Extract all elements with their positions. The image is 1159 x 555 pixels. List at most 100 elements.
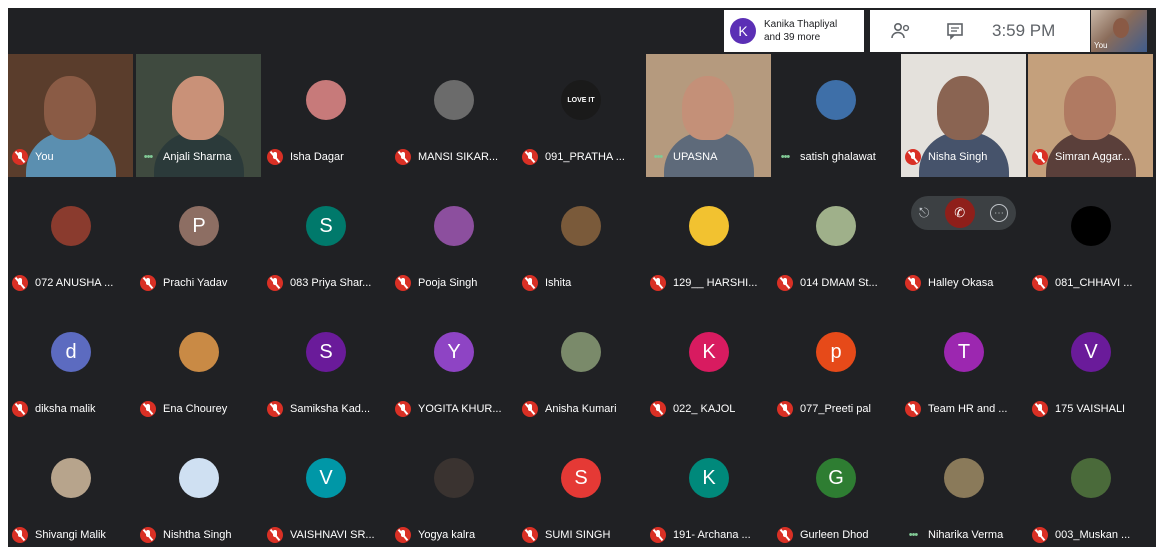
participant-tile[interactable]: Pooja Singh bbox=[391, 180, 516, 303]
self-view[interactable]: You bbox=[1091, 10, 1147, 52]
mic-off-icon bbox=[905, 149, 921, 165]
mic-off-icon bbox=[267, 275, 283, 291]
participant-tile[interactable]: ••• UPASNA bbox=[646, 54, 771, 177]
remove-participant-icon[interactable]: ✆ bbox=[944, 198, 975, 228]
mic-off-icon bbox=[395, 149, 411, 165]
participant-name-row: Nisha Singh bbox=[905, 149, 987, 165]
participant-tile[interactable]: p 077_Preeti pal bbox=[773, 306, 898, 429]
participant-name-row: Samiksha Kad... bbox=[267, 401, 370, 417]
pin-icon[interactable]: ⎋ bbox=[919, 205, 929, 221]
participant-tile[interactable]: LOVE IT 091_PRATHA ... bbox=[518, 54, 643, 177]
participant-tile[interactable]: K 022_ KAJOL bbox=[646, 306, 771, 429]
chat-icon[interactable] bbox=[944, 20, 966, 42]
participant-tile[interactable]: T Team HR and ... bbox=[901, 306, 1026, 429]
participant-tile[interactable]: S SUMI SINGH bbox=[518, 432, 643, 555]
mic-off-icon bbox=[12, 275, 28, 291]
mic-off-icon bbox=[777, 527, 793, 543]
participant-name-row: Isha Dagar bbox=[267, 149, 344, 165]
participant-tile[interactable]: Nishtha Singh bbox=[136, 432, 261, 555]
participant-avatar bbox=[51, 458, 91, 498]
participant-name-row: YOGITA KHUR... bbox=[395, 401, 502, 417]
participant-name-row: 003_Muskan ... bbox=[1032, 527, 1130, 543]
participant-name: 083 Priya Shar... bbox=[290, 277, 372, 289]
participant-tile[interactable]: Anisha Kumari bbox=[518, 306, 643, 429]
participant-avatar bbox=[561, 332, 601, 372]
participant-name: Yogya kalra bbox=[418, 529, 476, 541]
participant-name: diksha malik bbox=[35, 403, 96, 415]
participant-name: YOGITA KHUR... bbox=[418, 403, 502, 415]
participant-name: 091_PRATHA ... bbox=[545, 151, 625, 163]
participant-name: Halley Okasa bbox=[928, 277, 994, 289]
participant-tile[interactable]: ••• Niharika Verma bbox=[901, 432, 1026, 555]
video-feed-face bbox=[44, 76, 96, 140]
participant-name: Samiksha Kad... bbox=[290, 403, 371, 415]
participant-avatar bbox=[561, 206, 601, 246]
participant-name: 003_Muskan ... bbox=[1055, 529, 1131, 541]
participant-name-row: Gurleen Dhod bbox=[777, 527, 869, 543]
participant-tile[interactable]: Y YOGITA KHUR... bbox=[391, 306, 516, 429]
participant-tile[interactable]: Nisha Singh bbox=[901, 54, 1026, 177]
participant-tile[interactable]: ••• satish ghalawat bbox=[773, 54, 898, 177]
participant-name: SUMI SINGH bbox=[545, 529, 611, 541]
participant-name: Gurleen Dhod bbox=[800, 529, 869, 541]
participant-tile[interactable]: S Samiksha Kad... bbox=[263, 306, 388, 429]
participant-avatar bbox=[179, 332, 219, 372]
participant-tile[interactable]: 081_CHHAVI ... bbox=[1028, 180, 1153, 303]
participant-tile[interactable]: 014 DMAM St... bbox=[773, 180, 898, 303]
participant-name-row: 077_Preeti pal bbox=[777, 401, 871, 417]
participant-tile[interactable]: Ena Chourey bbox=[136, 306, 261, 429]
participant-name-row: 083 Priya Shar... bbox=[267, 275, 371, 291]
participant-name: satish ghalawat bbox=[800, 151, 876, 163]
participant-tile[interactable]: 003_Muskan ... bbox=[1028, 432, 1153, 555]
participant-tile[interactable]: ••• Anjali Sharma bbox=[136, 54, 261, 177]
participant-name: Kanika Thapliyal bbox=[764, 19, 838, 30]
participant-tile[interactable]: d diksha malik bbox=[8, 306, 133, 429]
participant-tile[interactable]: Yogya kalra bbox=[391, 432, 516, 555]
mic-off-icon bbox=[267, 527, 283, 543]
participant-avatar bbox=[689, 206, 729, 246]
participant-tile[interactable]: 072 ANUSHA ... bbox=[8, 180, 133, 303]
participant-tile[interactable]: You bbox=[8, 54, 133, 177]
participant-tile[interactable]: Simran Aggar... bbox=[1028, 54, 1153, 177]
more-options-icon[interactable]: ⋯ bbox=[989, 204, 1008, 222]
speaking-indicator-icon: ••• bbox=[143, 151, 154, 163]
participant-avatar bbox=[944, 458, 984, 498]
participant-tile[interactable]: Isha Dagar bbox=[263, 54, 388, 177]
participant-name-row: MANSI SIKAR... bbox=[395, 149, 498, 165]
participant-tile[interactable]: P Prachi Yadav bbox=[136, 180, 261, 303]
participant-tile[interactable]: G Gurleen Dhod bbox=[773, 432, 898, 555]
participant-tile[interactable]: Ishita bbox=[518, 180, 643, 303]
video-feed-face bbox=[172, 76, 224, 140]
participant-tile[interactable]: ⎋ ✆ ⋯ Halley Okasa bbox=[901, 180, 1026, 303]
participant-name-row: Pooja Singh bbox=[395, 275, 477, 291]
participant-avatar bbox=[1071, 206, 1111, 246]
participant-tile[interactable]: V VAISHNAVI SR... bbox=[263, 432, 388, 555]
participant-name: VAISHNAVI SR... bbox=[290, 529, 375, 541]
participant-avatar: p bbox=[816, 332, 856, 372]
participant-name-row: 191- Archana ... bbox=[650, 527, 751, 543]
participant-name: MANSI SIKAR... bbox=[418, 151, 499, 163]
participant-name-row: Anisha Kumari bbox=[522, 401, 617, 417]
participant-tile[interactable]: S 083 Priya Shar... bbox=[263, 180, 388, 303]
video-feed-face bbox=[937, 76, 989, 140]
mic-off-icon bbox=[12, 527, 28, 543]
participant-name: 175 VAISHALI bbox=[1055, 403, 1126, 415]
participants-chip[interactable]: K Kanika Thapliyal and 39 more bbox=[724, 10, 864, 52]
participant-avatar: S bbox=[306, 206, 346, 246]
participant-name: 014 DMAM St... bbox=[800, 277, 878, 289]
participant-name-row: ••• UPASNA bbox=[650, 149, 718, 165]
participant-avatar bbox=[306, 80, 346, 120]
participant-tile[interactable]: MANSI SIKAR... bbox=[391, 54, 516, 177]
participant-tile[interactable]: 129__ HARSHI... bbox=[646, 180, 771, 303]
participant-name: Nisha Singh bbox=[928, 151, 988, 163]
participant-name-row: You bbox=[12, 149, 54, 165]
video-feed-face bbox=[682, 76, 734, 140]
people-icon[interactable] bbox=[890, 20, 912, 42]
participant-tile[interactable]: K 191- Archana ... bbox=[646, 432, 771, 555]
mic-off-icon bbox=[905, 275, 921, 291]
participant-name-row: Ena Chourey bbox=[140, 401, 227, 417]
participant-tile[interactable]: Shivangi Malik bbox=[8, 432, 133, 555]
participant-name-row: Yogya kalra bbox=[395, 527, 475, 543]
participant-avatar: S bbox=[561, 458, 601, 498]
participant-tile[interactable]: V 175 VAISHALI bbox=[1028, 306, 1153, 429]
